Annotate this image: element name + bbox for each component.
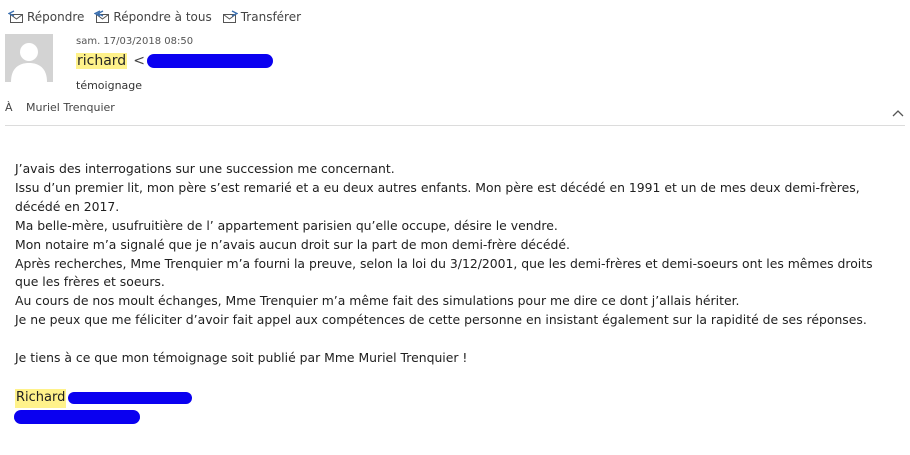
recipient-name[interactable]: Muriel Trenquier — [26, 101, 115, 114]
sender-avatar — [5, 34, 53, 82]
chevron-up-icon — [892, 110, 904, 117]
reply-label: Répondre — [27, 10, 85, 24]
message-toolbar: Répondre Répondre à tous Transférer — [8, 10, 311, 24]
redacted-surname — [68, 392, 193, 405]
body-line: Mon notaire m’a signalé que je n’avais a… — [15, 236, 570, 252]
closing-line: Je tiens à ce que mon témoignage soit pu… — [15, 350, 468, 366]
header-divider — [5, 125, 905, 126]
message-body: J’avais des interrogations sur une succe… — [14, 160, 895, 424]
message-subject: témoignage — [76, 79, 143, 92]
body-line: Après recherches, Mme Trenquier m’a four… — [15, 255, 873, 290]
message-date: sam. 17/03/2018 08:50 — [76, 36, 194, 47]
reply-all-label: Répondre à tous — [113, 10, 212, 24]
email-reading-pane: Répondre Répondre à tous Transférer sam.… — [0, 0, 910, 455]
reply-all-icon — [94, 10, 110, 23]
to-label: À — [5, 101, 13, 114]
person-icon — [5, 34, 53, 82]
body-line: Ma belle-mère, usufruitière de l’ appart… — [15, 217, 558, 233]
body-line: Issu d’un premier lit, mon père s’est re… — [15, 179, 860, 214]
sender-line[interactable]: richard < — [76, 53, 273, 69]
body-line: Au cours de nos moult échanges, Mme Tren… — [15, 293, 740, 309]
recipients-line: À Muriel Trenquier — [5, 101, 115, 114]
forward-button[interactable]: Transférer — [222, 10, 301, 24]
signature-email-line — [14, 409, 895, 424]
redacted-sender-email — [146, 54, 273, 68]
redacted-signature-email[interactable] — [14, 409, 140, 424]
sender-email-open: < — [133, 53, 145, 69]
sender-name: richard — [76, 53, 128, 69]
reply-all-button[interactable]: Répondre à tous — [94, 10, 212, 24]
forward-label: Transférer — [240, 10, 302, 24]
body-line: Je ne peux que me féliciter d’avoir fait… — [15, 312, 867, 328]
reply-button[interactable]: Répondre — [8, 10, 84, 24]
forward-icon — [222, 10, 238, 23]
signature-name-line: Richard — [15, 388, 895, 408]
reply-icon — [8, 10, 23, 23]
body-line: J’avais des interrogations sur une succe… — [15, 161, 395, 176]
collapse-header-button[interactable] — [891, 104, 905, 117]
signature-name: Richard — [15, 388, 67, 408]
